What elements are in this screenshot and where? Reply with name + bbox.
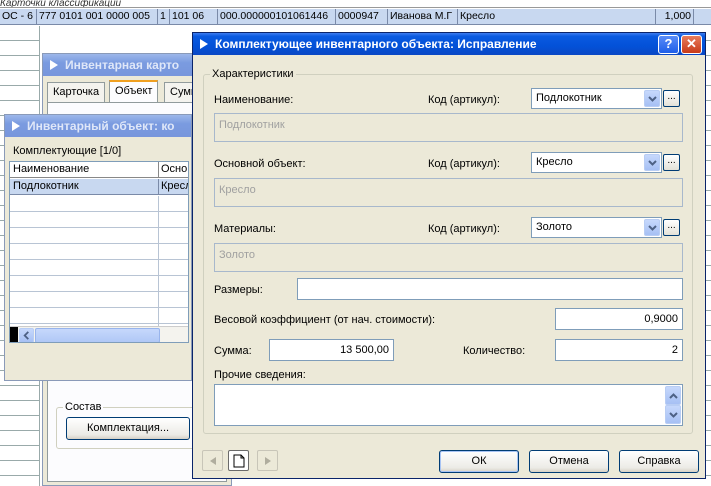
column-separator xyxy=(158,196,159,326)
chevron-left-icon xyxy=(23,331,29,340)
scroll-marker xyxy=(10,327,18,342)
column-header-name[interactable]: Наименование xyxy=(13,163,89,175)
tab-card[interactable]: Карточка xyxy=(47,82,106,102)
sum-label: Сумма: xyxy=(214,345,252,357)
base-display: Кресло xyxy=(214,178,683,207)
dialog-title: Комплектующее инвентарного объекта: Испр… xyxy=(215,37,537,51)
chevron-down-icon[interactable] xyxy=(644,154,660,171)
column-header-base[interactable]: Основ xyxy=(161,163,188,175)
window-arrow-icon xyxy=(12,121,20,131)
row-cell-base: Кресл xyxy=(161,180,189,192)
help-title-button[interactable]: ? xyxy=(658,35,679,54)
name-code-combo[interactable]: Подлокотник xyxy=(531,88,662,109)
close-button[interactable]: ✕ xyxy=(681,35,702,54)
material-browse-button[interactable]: ... xyxy=(663,219,680,236)
window-title: Инвентарный объект: ко xyxy=(27,119,175,133)
material-display: Золото xyxy=(214,243,683,272)
dialog-titlebar[interactable]: Комплектующее инвентарного объекта: Испр… xyxy=(193,33,705,55)
bg-cell: 1 xyxy=(158,9,170,25)
inventory-object-titlebar[interactable]: Инвентарный объект: ко xyxy=(5,115,191,137)
bg-cell: 777 0101 001 0000 005 xyxy=(37,9,158,25)
arrow-left-icon xyxy=(210,457,216,465)
arrow-right-icon xyxy=(265,457,271,465)
components-table: Наименование Основ Подлокотник Кресл xyxy=(9,161,189,343)
window-title: Инвентарная карто xyxy=(65,58,180,72)
name-browse-button[interactable]: ... xyxy=(663,90,680,107)
chevron-down-icon[interactable] xyxy=(644,90,660,107)
material-code-combo[interactable]: Золото xyxy=(531,217,662,238)
column-separator xyxy=(158,162,159,178)
new-document-icon xyxy=(233,454,245,468)
table-row[interactable]: Подлокотник Кресл xyxy=(10,179,189,195)
sizes-input[interactable] xyxy=(297,278,683,300)
bg-cell: Иванова М.Г xyxy=(388,9,458,25)
bg-cell: 000.000000101061446 xyxy=(218,9,336,25)
name-display: Подлокотник xyxy=(214,113,683,142)
chevron-down-icon xyxy=(669,412,678,418)
name-code-value: Подлокотник xyxy=(536,92,602,104)
quantity-input[interactable]: 2 xyxy=(555,339,683,361)
bg-cell: Кресло xyxy=(458,9,656,25)
scroll-left-button[interactable] xyxy=(19,328,34,342)
quantity-label: Количество: xyxy=(463,345,526,357)
bg-cell: 1,000 xyxy=(656,9,694,25)
next-record-button[interactable] xyxy=(257,450,278,471)
window-arrow-icon xyxy=(200,39,208,49)
horizontal-scrollbar[interactable] xyxy=(10,326,188,342)
other-info-label: Прочие сведения: xyxy=(214,369,306,381)
row-cell-name: Подлокотник xyxy=(13,180,79,192)
characteristics-group-label: Характеристики xyxy=(210,68,296,80)
help-button[interactable]: Справка xyxy=(619,450,699,473)
ok-button[interactable]: ОК xyxy=(439,450,519,473)
cancel-button[interactable]: Отмена xyxy=(529,450,609,473)
column-separator xyxy=(158,179,159,195)
background-selected-row[interactable]: ОС - 6 777 0101 001 0000 005 1 101 06 00… xyxy=(0,9,711,25)
material-code-value: Золото xyxy=(536,221,572,233)
materials-label: Материалы: xyxy=(214,223,276,235)
base-browse-button[interactable]: ... xyxy=(663,154,680,171)
bg-cell: ОС - 6 xyxy=(0,9,37,25)
base-code-value: Кресло xyxy=(536,156,573,168)
base-code-combo[interactable]: Кресло xyxy=(531,152,662,173)
component-edit-dialog: Комплектующее инвентарного объекта: Испр… xyxy=(192,32,706,479)
kit-button[interactable]: Комплектация... xyxy=(66,417,190,440)
components-header: Комплектующие [1/0] xyxy=(13,145,122,157)
sizes-label: Размеры: xyxy=(214,284,263,296)
base-object-label: Основной объект: xyxy=(214,158,306,170)
scroll-up-button[interactable] xyxy=(665,386,681,405)
background-caption: Карточки классификации xyxy=(0,0,711,8)
scroll-thumb[interactable] xyxy=(35,328,160,342)
table-header: Наименование Основ xyxy=(10,162,188,178)
name-code-label: Код (артикул): xyxy=(428,94,500,106)
composition-group-label: Состав xyxy=(63,401,104,413)
chevron-down-icon[interactable] xyxy=(644,219,660,236)
scroll-down-button[interactable] xyxy=(665,405,681,424)
chevron-up-icon xyxy=(669,393,678,399)
bg-cell: 101 06 xyxy=(170,9,218,25)
other-info-textarea[interactable] xyxy=(214,384,683,426)
name-label: Наименование: xyxy=(214,94,294,106)
prev-record-button[interactable] xyxy=(202,450,223,471)
new-record-button[interactable] xyxy=(228,450,249,471)
empty-rows xyxy=(10,196,188,326)
base-code-label: Код (артикул): xyxy=(428,158,500,170)
window-arrow-icon xyxy=(50,60,58,70)
bg-cell: 0000947 xyxy=(336,9,388,25)
material-code-label: Код (артикул): xyxy=(428,223,500,235)
weight-coefficient-input[interactable]: 0,9000 xyxy=(555,308,683,330)
inventory-object-window: Инвентарный объект: ко Комплектующие [1/… xyxy=(4,114,192,381)
sum-input[interactable]: 13 500,00 xyxy=(269,339,394,361)
tab-object[interactable]: Объект xyxy=(109,80,159,102)
weight-coefficient-label: Весовой коэффициент (от нач. стоимости): xyxy=(214,314,436,326)
